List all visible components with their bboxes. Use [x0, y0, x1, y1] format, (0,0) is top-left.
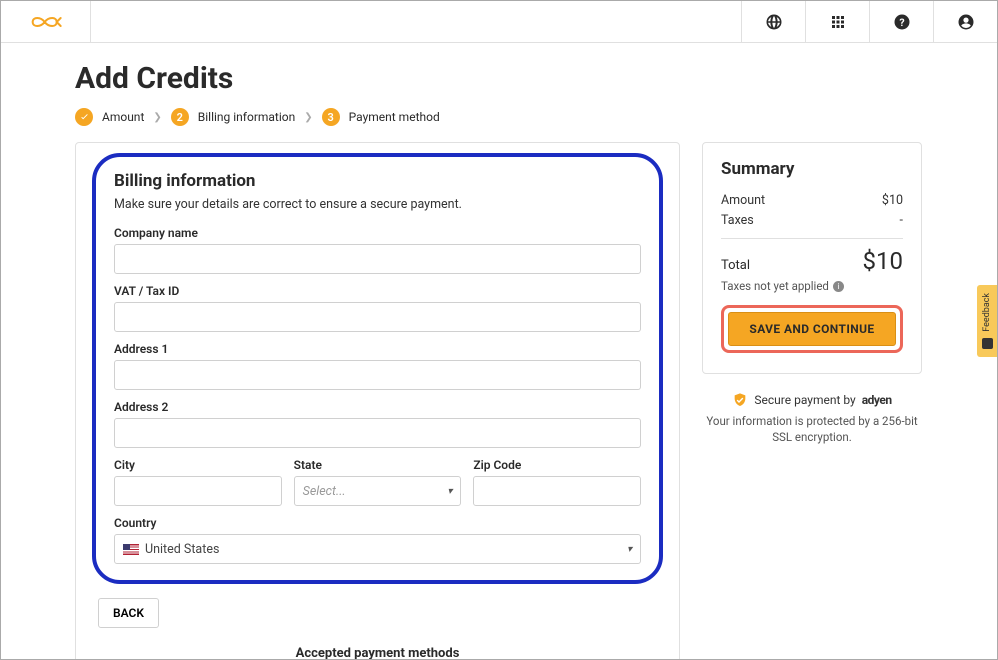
chevron-right-icon: ❯: [304, 112, 312, 123]
globe-icon: [765, 13, 783, 31]
back-button[interactable]: BACK: [98, 598, 159, 628]
secure-prefix: Secure payment by: [754, 393, 855, 407]
step-2-badge: 2: [171, 108, 189, 126]
summary-card: Summary Amount $10 Taxes - Total $10: [702, 142, 922, 374]
billing-highlight-region: Billing information Make sure your detai…: [92, 153, 663, 584]
summary-total-label: Total: [721, 258, 750, 273]
summary-divider: [721, 238, 903, 239]
us-flag-icon: [123, 544, 139, 555]
info-icon[interactable]: i: [833, 281, 844, 292]
state-select[interactable]: Select... ▾: [294, 476, 462, 506]
state-placeholder: Select...: [303, 484, 346, 499]
feedback-tab[interactable]: Feedback: [977, 285, 997, 357]
address1-label: Address 1: [114, 342, 641, 356]
save-continue-button[interactable]: SAVE AND CONTINUE: [728, 312, 896, 346]
feedback-icon: [982, 338, 993, 349]
brand-logo[interactable]: [1, 1, 91, 42]
summary-taxes-label: Taxes: [721, 213, 754, 228]
help-icon: ?: [893, 13, 911, 31]
svg-text:?: ?: [899, 15, 904, 28]
tax-note: Taxes not yet applied: [721, 279, 829, 293]
country-label: Country: [114, 516, 641, 530]
summary-amount-label: Amount: [721, 193, 765, 208]
provider-name: adyen: [862, 393, 892, 407]
country-value: United States: [145, 542, 219, 557]
billing-card: Billing information Make sure your detai…: [75, 142, 680, 660]
apps-grid-icon: [829, 13, 847, 31]
globe-button[interactable]: [741, 1, 805, 42]
save-continue-highlight: SAVE AND CONTINUE: [721, 305, 903, 353]
summary-amount-value: $10: [882, 193, 903, 208]
company-label: Company name: [114, 226, 641, 240]
check-icon: [79, 112, 90, 123]
state-label: State: [294, 458, 462, 472]
zip-input[interactable]: [473, 476, 641, 506]
chevron-down-icon: ▾: [627, 544, 632, 555]
chevron-down-icon: ▾: [447, 486, 452, 497]
address1-input[interactable]: [114, 360, 641, 390]
encryption-note: Your information is protected by a 256-b…: [702, 413, 922, 445]
summary-heading: Summary: [721, 159, 903, 179]
shield-check-icon: [732, 392, 748, 408]
step-2-label[interactable]: Billing information: [198, 110, 295, 124]
stepper: Amount ❯ 2 Billing information ❯ 3 Payme…: [75, 108, 923, 126]
infinity-logo-icon: [26, 12, 66, 32]
help-button[interactable]: ?: [869, 1, 933, 42]
city-input[interactable]: [114, 476, 282, 506]
vat-label: VAT / Tax ID: [114, 284, 641, 298]
summary-taxes-value: -: [900, 213, 903, 228]
page-title: Add Credits: [75, 61, 923, 96]
zip-label: Zip Code: [473, 458, 641, 472]
accepted-title: Accepted payment methods: [98, 646, 657, 660]
chevron-right-icon: ❯: [153, 112, 161, 123]
secure-payment-line: Secure payment by adyen: [702, 392, 922, 408]
step-1-badge: [75, 108, 93, 126]
apps-button[interactable]: [805, 1, 869, 42]
country-select[interactable]: United States ▾: [114, 534, 641, 564]
feedback-label: Feedback: [982, 293, 992, 332]
header-bar: ?: [1, 1, 997, 43]
billing-subtext: Make sure your details are correct to en…: [114, 197, 641, 212]
account-button[interactable]: [933, 1, 997, 42]
vat-input[interactable]: [114, 302, 641, 332]
step-3-label[interactable]: Payment method: [349, 110, 440, 124]
step-3-badge: 3: [322, 108, 340, 126]
account-icon: [957, 13, 975, 31]
address2-label: Address 2: [114, 400, 641, 414]
billing-heading: Billing information: [114, 171, 641, 191]
city-label: City: [114, 458, 282, 472]
step-1-label[interactable]: Amount: [102, 110, 144, 124]
accepted-methods: Accepted payment methods VISA P: [98, 646, 657, 660]
company-input[interactable]: [114, 244, 641, 274]
summary-total-value: $10: [863, 247, 903, 275]
address2-input[interactable]: [114, 418, 641, 448]
